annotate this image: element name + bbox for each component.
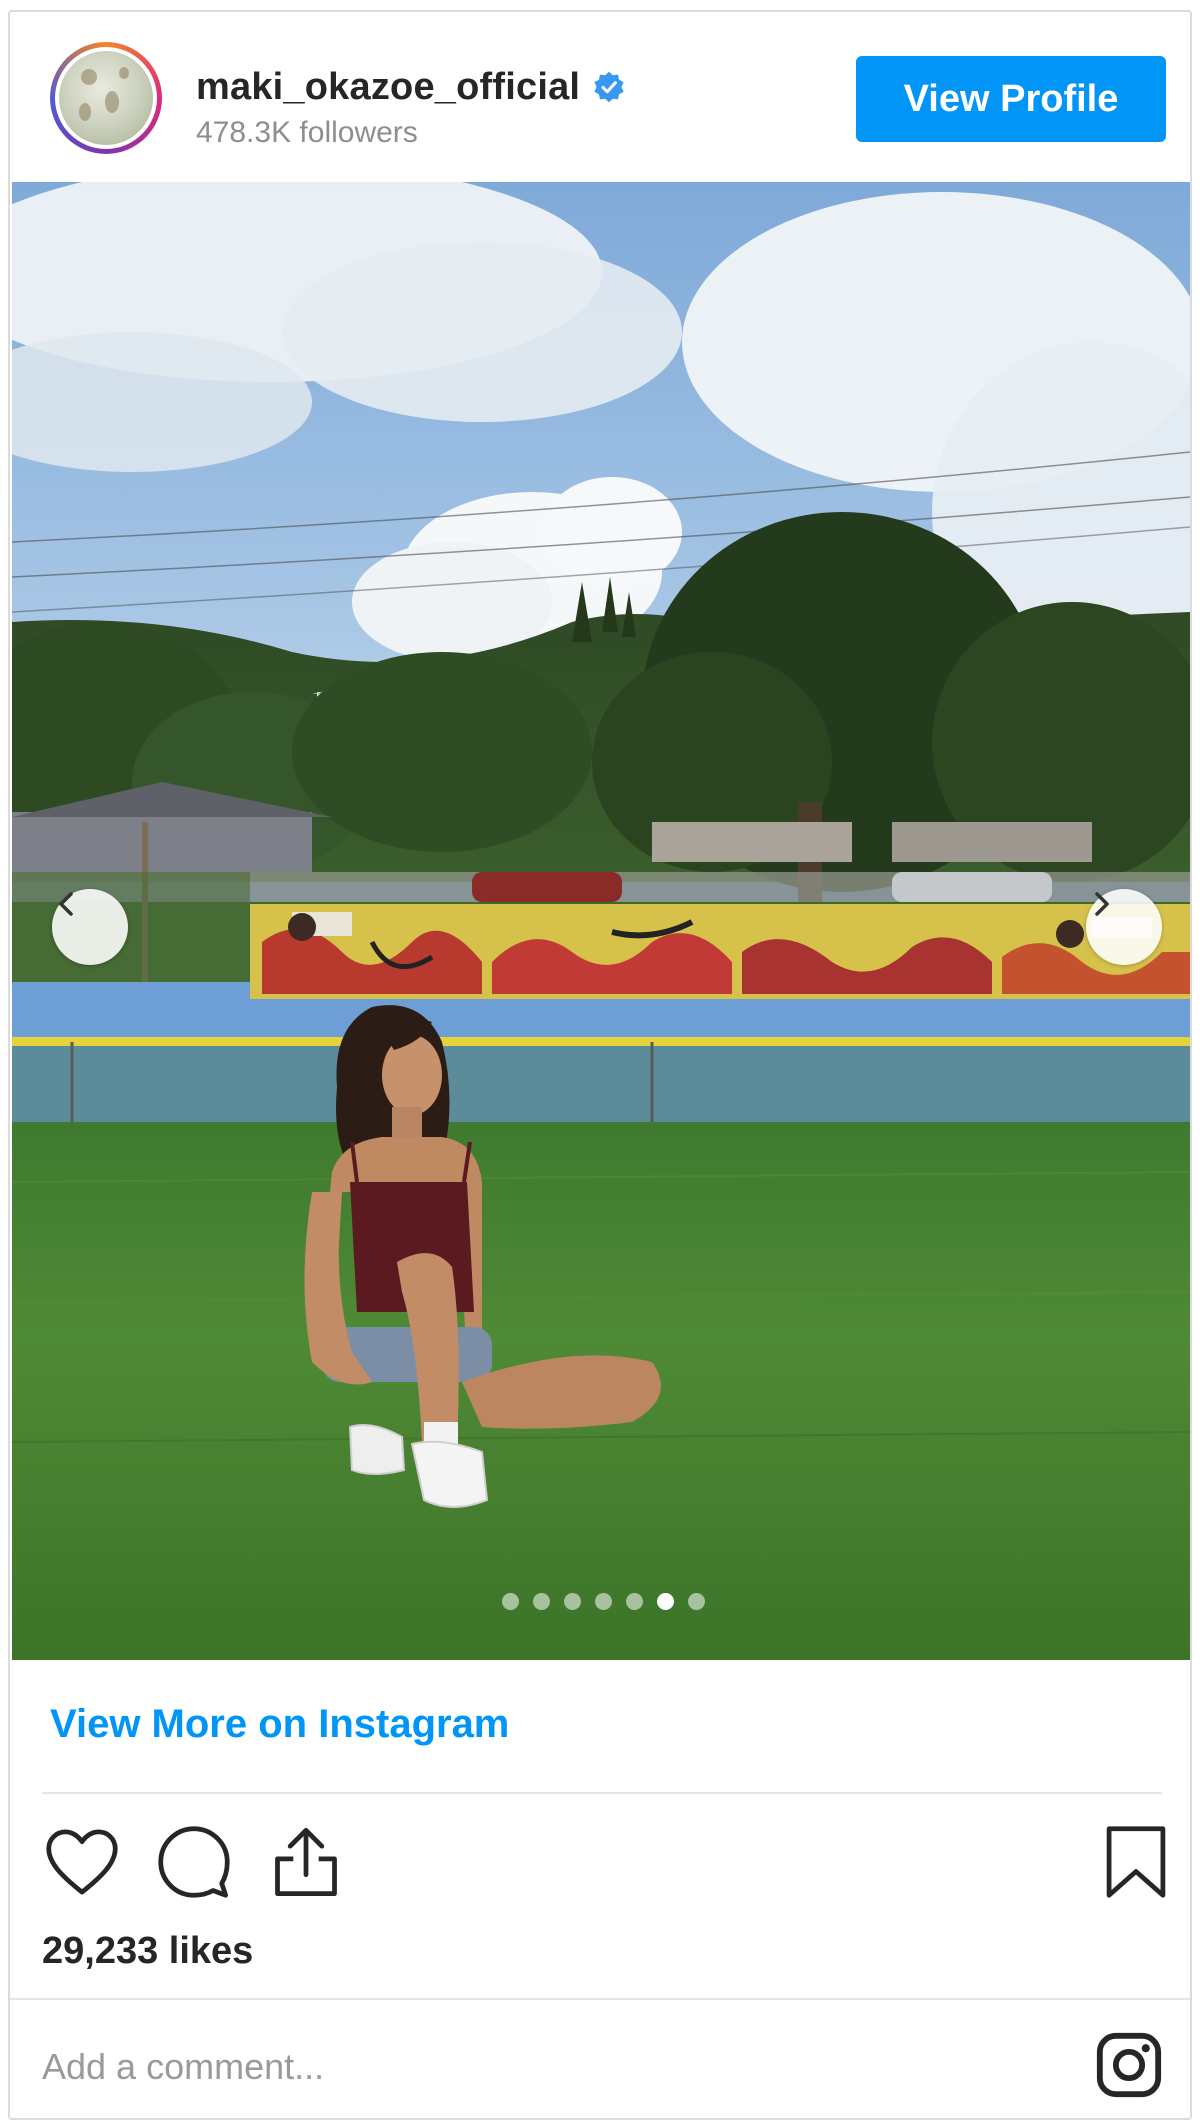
- view-more-link[interactable]: View More on Instagram: [50, 1702, 509, 1747]
- avatar[interactable]: [50, 42, 162, 154]
- carousel-dot: [595, 1593, 612, 1610]
- comment-input[interactable]: [42, 2034, 942, 2100]
- save-button[interactable]: [1094, 1820, 1178, 1904]
- instagram-logo-icon[interactable]: [1094, 2030, 1164, 2100]
- chevron-left-icon: [59, 892, 73, 916]
- post-header: maki_okazoe_official 478.3K followers Vi…: [10, 12, 1190, 180]
- carousel-dot: [533, 1593, 550, 1610]
- comment-button[interactable]: [152, 1820, 236, 1904]
- post-photo-carousel[interactable]: [12, 182, 1190, 1660]
- carousel-dot: [502, 1593, 519, 1610]
- instagram-embed-card: maki_okazoe_official 478.3K followers Vi…: [8, 10, 1192, 2120]
- comment-icon: [158, 1826, 230, 1898]
- post-photo: [12, 182, 1190, 1660]
- username[interactable]: maki_okazoe_official: [196, 66, 580, 109]
- divider: [42, 1792, 1162, 1794]
- carousel-indicator: [502, 1593, 705, 1610]
- carousel-dot: [688, 1593, 705, 1610]
- like-button[interactable]: [40, 1820, 124, 1904]
- avatar-photo: [59, 51, 153, 145]
- carousel-dot-active: [657, 1593, 674, 1610]
- share-icon: [275, 1827, 337, 1897]
- carousel-next-button[interactable]: [1086, 889, 1162, 965]
- chevron-right-icon: [1095, 892, 1109, 916]
- view-profile-button[interactable]: View Profile: [856, 56, 1166, 142]
- verified-badge-icon: [594, 71, 624, 103]
- action-bar: [40, 1820, 1170, 1904]
- follower-count: 478.3K followers: [196, 116, 418, 149]
- divider: [10, 1998, 1190, 2000]
- like-count[interactable]: 29,233 likes: [42, 1930, 253, 1973]
- carousel-dot: [626, 1593, 643, 1610]
- carousel-prev-button[interactable]: [52, 889, 128, 965]
- carousel-dot: [564, 1593, 581, 1610]
- bookmark-icon: [1106, 1826, 1166, 1898]
- share-button[interactable]: [264, 1820, 348, 1904]
- heart-icon: [46, 1829, 118, 1895]
